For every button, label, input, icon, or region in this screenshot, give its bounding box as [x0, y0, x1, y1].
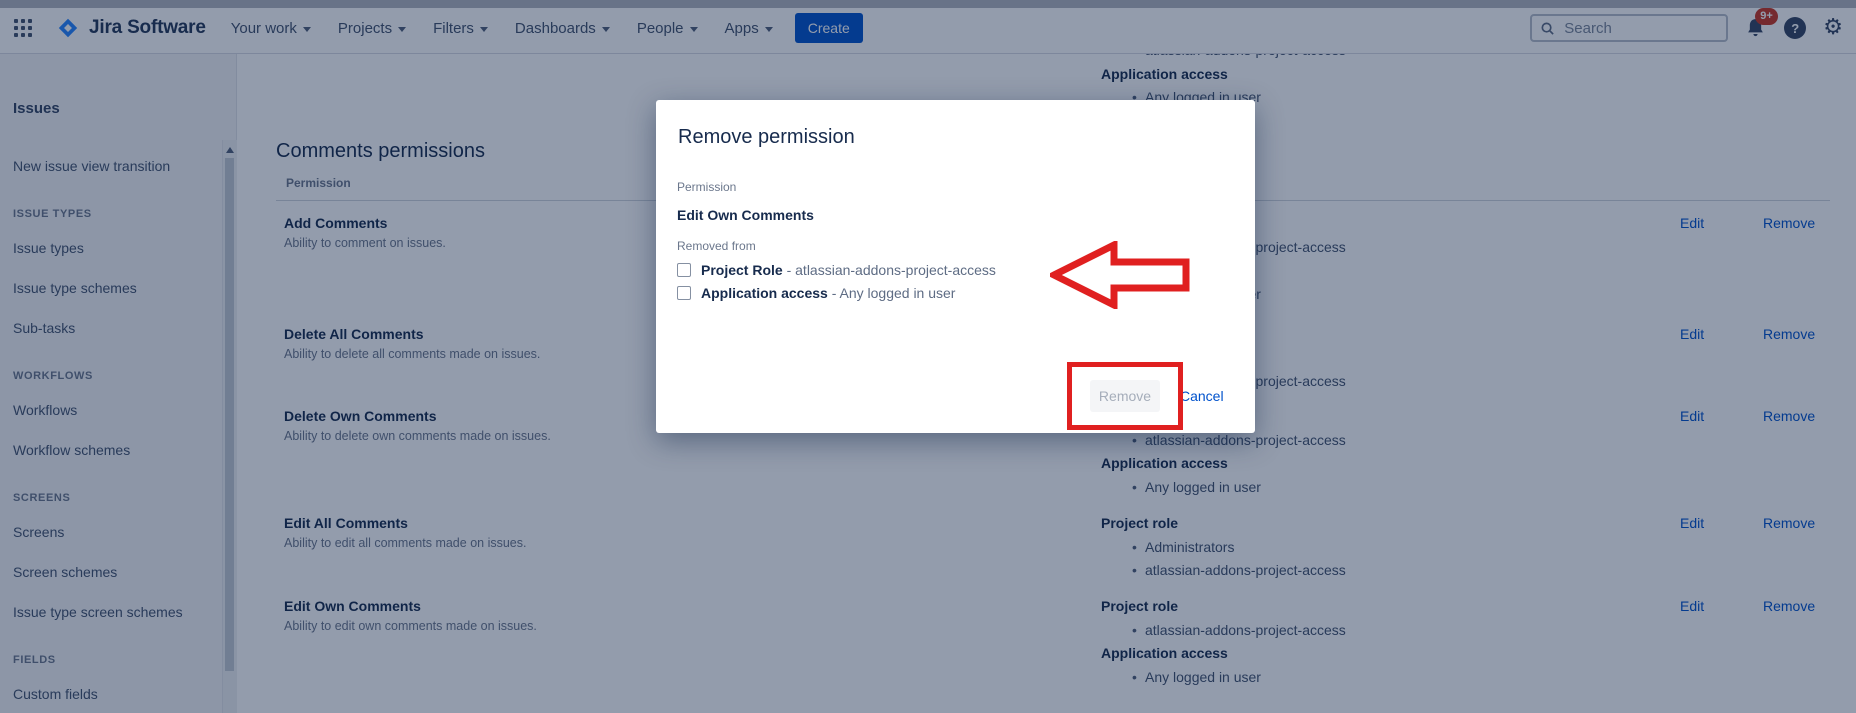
cancel-button[interactable]: Cancel — [1180, 388, 1224, 404]
removed-from-options: Project Role - atlassian-addons-project-… — [677, 258, 996, 304]
annotation-red-rectangle — [1067, 362, 1183, 430]
option-checkbox[interactable] — [677, 263, 691, 277]
option-label: Application access - Any logged in user — [701, 285, 955, 301]
removed-from-option: Application access - Any logged in user — [677, 281, 996, 304]
permission-field-value: Edit Own Comments — [677, 207, 814, 223]
removed-from-option: Project Role - atlassian-addons-project-… — [677, 258, 996, 281]
option-label: Project Role - atlassian-addons-project-… — [701, 262, 996, 278]
permission-field-label: Permission — [677, 180, 736, 194]
removed-from-label: Removed from — [677, 239, 756, 253]
dialog-title: Remove permission — [678, 126, 855, 149]
option-checkbox[interactable] — [677, 286, 691, 300]
annotation-red-left-arrow — [1050, 241, 1190, 309]
